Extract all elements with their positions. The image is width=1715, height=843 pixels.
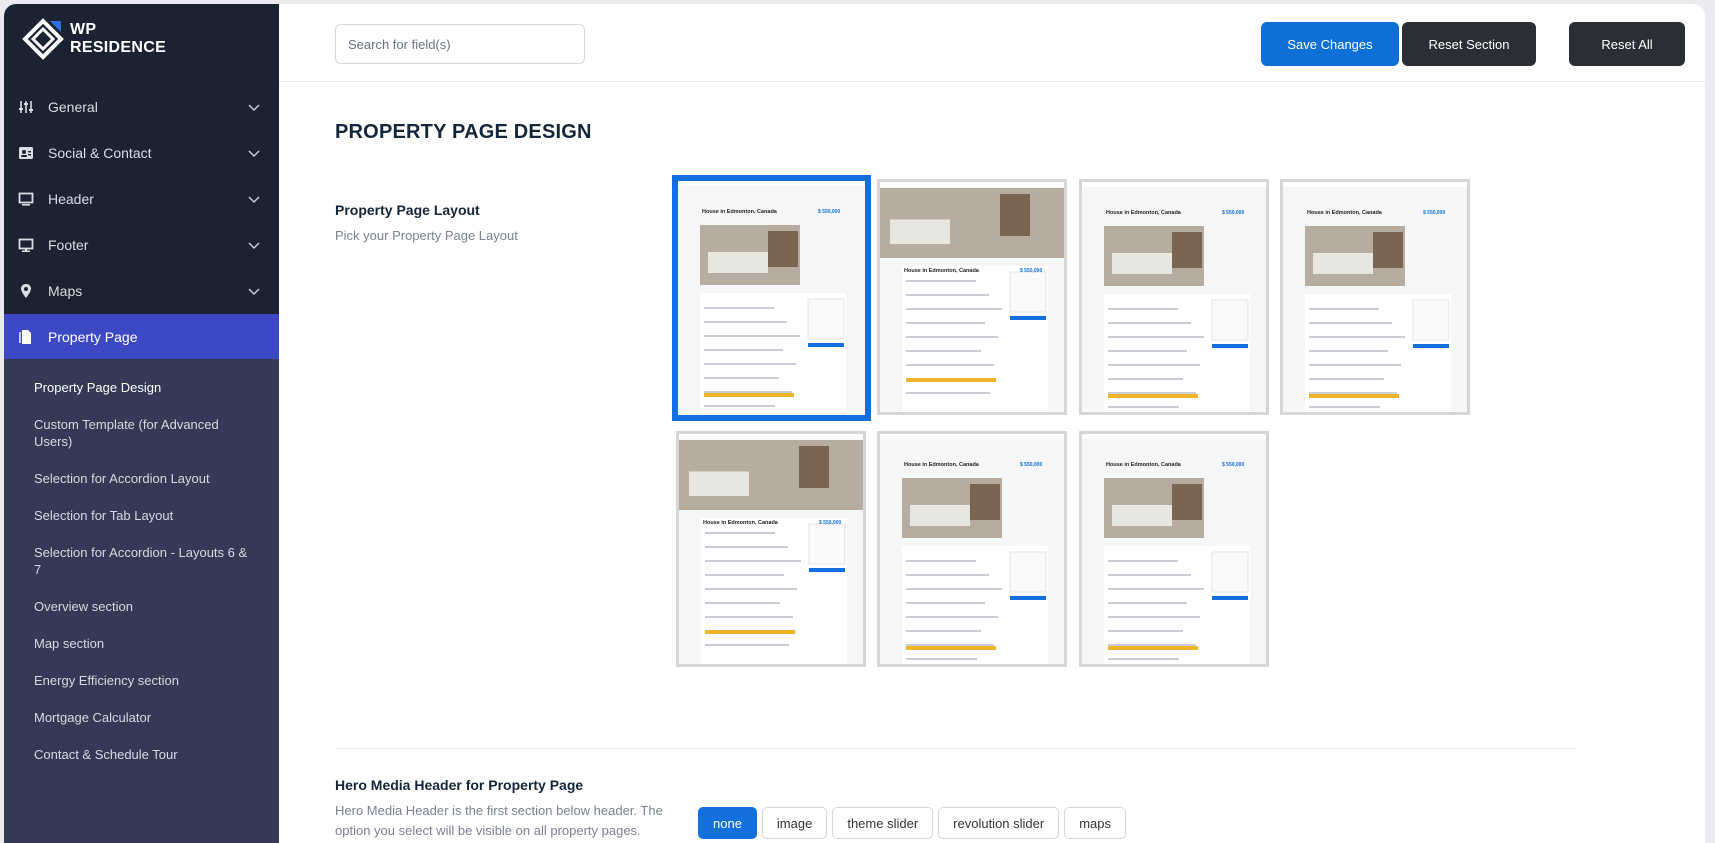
subnav-item-property-page-design[interactable]: Property Page Design: [4, 369, 279, 406]
chevron-down-icon: [248, 150, 260, 158]
page-title: PROPERTY PAGE DESIGN: [335, 121, 592, 143]
monitor-icon: [18, 191, 34, 207]
sidebar: WP RESIDENCE General Social & Contact He…: [4, 4, 279, 843]
desktop-icon: [18, 237, 34, 253]
reset-all-button[interactable]: Reset All: [1569, 22, 1685, 66]
main-content: PROPERTY PAGE DESIGN Property Page Layou…: [279, 83, 1705, 843]
chevron-down-icon: [248, 196, 260, 204]
subnav-item-overview-section[interactable]: Overview section: [4, 588, 279, 625]
hero-option-title: Hero Media Header for Property Page: [335, 777, 584, 793]
sidebar-item-footer[interactable]: Footer: [4, 222, 279, 268]
hero-option-description: Hero Media Header is the first section b…: [335, 803, 663, 838]
sidebar-item-header[interactable]: Header: [4, 176, 279, 222]
sidebar-item-label: Header: [48, 191, 94, 207]
chevron-down-icon: [248, 104, 260, 112]
logo: WP RESIDENCE: [22, 18, 166, 60]
layout-thumbnail-7[interactable]: House in Edmonton, Canada $ 550,000: [1079, 431, 1269, 667]
layout-option-title: Property Page Layout: [335, 202, 480, 218]
hero-choice-revolution-slider[interactable]: revolution slider: [938, 807, 1060, 839]
svg-text:$ 550,000: $ 550,000: [1423, 210, 1445, 216]
svg-text:House in Edmonton, Canada: House in Edmonton, Canada: [904, 462, 980, 468]
layout-thumbnail-2[interactable]: House in Edmonton, Canada $ 550,000: [877, 179, 1067, 415]
subnav-item-accordion-layouts-6-7[interactable]: Selection for Accordion - Layouts 6 & 7: [4, 534, 279, 588]
sidebar-item-label: Maps: [48, 283, 83, 299]
reset-section-button[interactable]: Reset Section: [1402, 22, 1536, 66]
svg-text:House in Edmonton, Canada: House in Edmonton, Canada: [702, 209, 778, 215]
app-window: WP RESIDENCE General Social & Contact He…: [4, 4, 1705, 843]
subnav-item-mortgage-calculator[interactable]: Mortgage Calculator: [4, 699, 279, 736]
svg-text:$ 550,000: $ 550,000: [1020, 268, 1042, 274]
logo-line1: WP: [70, 21, 97, 38]
sidebar-item-label: Social & Contact: [48, 145, 152, 161]
svg-text:$ 550,000: $ 550,000: [819, 520, 841, 526]
sidebar-item-label: General: [48, 99, 98, 115]
sidebar-item-social-contact[interactable]: Social & Contact: [4, 130, 279, 176]
subnav-item-map-section[interactable]: Map section: [4, 625, 279, 662]
layout-thumbnail-1[interactable]: House in Edmonton, Canada $ 550,000: [672, 175, 871, 421]
svg-text:House in Edmonton, Canada: House in Edmonton, Canada: [1106, 462, 1182, 468]
save-changes-button[interactable]: Save Changes: [1261, 22, 1399, 66]
document-icon: [18, 329, 34, 345]
sidebar-item-label: Footer: [48, 237, 89, 253]
svg-text:House in Edmonton, Canada: House in Edmonton, Canada: [1307, 210, 1383, 216]
map-pin-icon: [18, 283, 34, 299]
svg-text:$ 550,000: $ 550,000: [1020, 462, 1042, 468]
hero-media-choices: none image theme slider revolution slider ma…: [698, 807, 1131, 839]
subnav-item-custom-template[interactable]: Custom Template (for Advanced Users): [4, 406, 279, 460]
svg-text:$ 550,000: $ 550,000: [1222, 210, 1244, 216]
sidebar-item-label: Property Page: [48, 329, 138, 345]
chevron-down-icon: [248, 242, 260, 250]
sidebar-item-property-page[interactable]: Property Page: [4, 314, 279, 360]
sidebar-subnav: Property Page Design Custom Template (fo…: [4, 359, 279, 843]
layout-thumbnail-3[interactable]: House in Edmonton, Canada $ 550,000: [1079, 179, 1269, 415]
sidebar-nav: General Social & Contact Header Footer M…: [4, 84, 279, 360]
sidebar-item-general[interactable]: General: [4, 84, 279, 130]
chevron-down-icon: [248, 288, 260, 296]
layout-thumbnail-4[interactable]: House in Edmonton, Canada $ 550,000: [1280, 179, 1470, 415]
logo-mark-icon: [22, 18, 64, 60]
hero-choice-none[interactable]: none: [698, 807, 757, 839]
sidebar-item-maps[interactable]: Maps: [4, 268, 279, 314]
sliders-icon: [18, 99, 34, 115]
hero-choice-maps[interactable]: maps: [1064, 807, 1126, 839]
hero-choice-theme-slider[interactable]: theme slider: [832, 807, 934, 839]
layout-option-description: Pick your Property Page Layout: [335, 228, 518, 243]
layout-thumbnail-5[interactable]: House in Edmonton, Canada $ 550,000: [676, 431, 866, 667]
svg-text:$ 550,000: $ 550,000: [818, 209, 840, 215]
svg-text:$ 550,000: $ 550,000: [1222, 462, 1244, 468]
subnav-item-accordion-layout[interactable]: Selection for Accordion Layout: [4, 460, 279, 497]
subnav-item-energy-efficiency[interactable]: Energy Efficiency section: [4, 662, 279, 699]
logo-line2: RESIDENCE: [70, 39, 167, 56]
contact-card-icon: [18, 145, 34, 161]
topbar: Save Changes Reset Section Reset All: [279, 4, 1705, 82]
divider: [335, 748, 1577, 749]
hero-choice-image[interactable]: image: [761, 807, 828, 839]
subnav-item-tab-layout[interactable]: Selection for Tab Layout: [4, 497, 279, 534]
search-input[interactable]: [335, 24, 585, 64]
svg-text:House in Edmonton, Canada: House in Edmonton, Canada: [904, 268, 980, 274]
subnav-item-contact-schedule[interactable]: Contact & Schedule Tour: [4, 736, 279, 773]
layout-thumbnail-6[interactable]: House in Edmonton, Canada $ 550,000: [877, 431, 1067, 667]
svg-text:House in Edmonton, Canada: House in Edmonton, Canada: [703, 520, 779, 526]
svg-text:House in Edmonton, Canada: House in Edmonton, Canada: [1106, 210, 1182, 216]
